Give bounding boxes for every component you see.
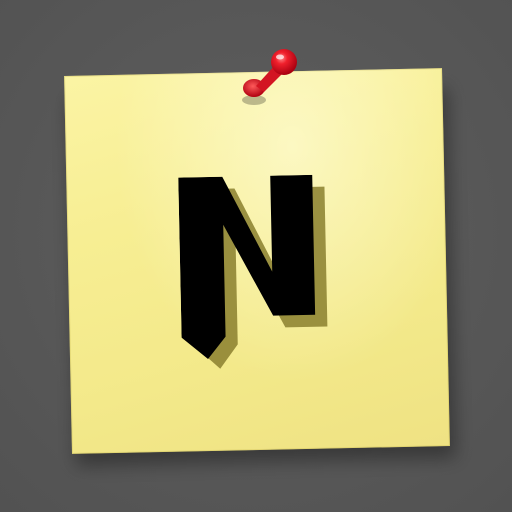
note-letter-area: N: [64, 68, 450, 454]
push-pin-icon: [242, 49, 297, 105]
letter-n-glyph: N: [178, 174, 328, 369]
letter-text: N: [247, 295, 248, 297]
app-icon: N: [0, 0, 512, 512]
sticky-note: N: [64, 68, 450, 454]
